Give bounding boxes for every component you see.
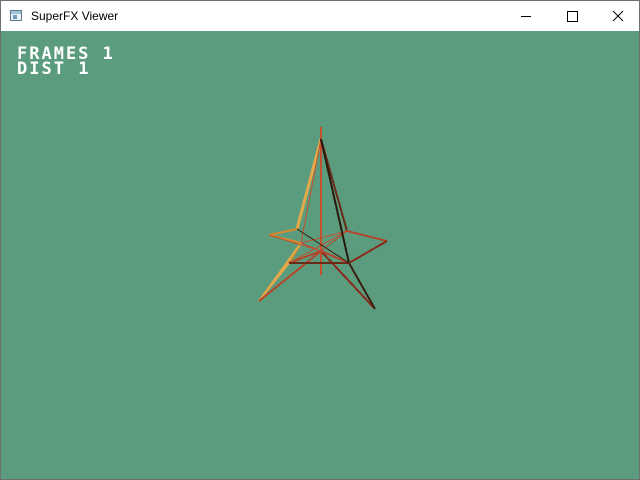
wire-edge [300, 138, 322, 244]
wire-edge [268, 228, 298, 236]
wire-edge [346, 230, 388, 242]
maximize-icon [567, 11, 578, 22]
wire-edge [295, 138, 323, 230]
app-window-icon [10, 10, 22, 21]
wire-edge [320, 250, 350, 264]
render-viewport[interactable]: FRAMES 1 DIST 1 [1, 31, 639, 479]
wire-edge [348, 240, 388, 264]
window-title: SuperFX Viewer [31, 9, 119, 23]
minimize-button[interactable] [503, 1, 549, 31]
close-icon [612, 10, 624, 22]
minimize-icon [521, 16, 531, 17]
wire-edge [268, 234, 322, 252]
wire-edge [320, 138, 350, 264]
close-button[interactable] [595, 1, 640, 31]
title-bar[interactable]: SuperFX Viewer [1, 1, 639, 31]
maximize-button[interactable] [549, 1, 595, 31]
wire-edge [300, 230, 348, 244]
wireframe-model [258, 127, 388, 310]
app-window: SuperFX Viewer FRAMES 1 DIST 1 [0, 0, 640, 480]
